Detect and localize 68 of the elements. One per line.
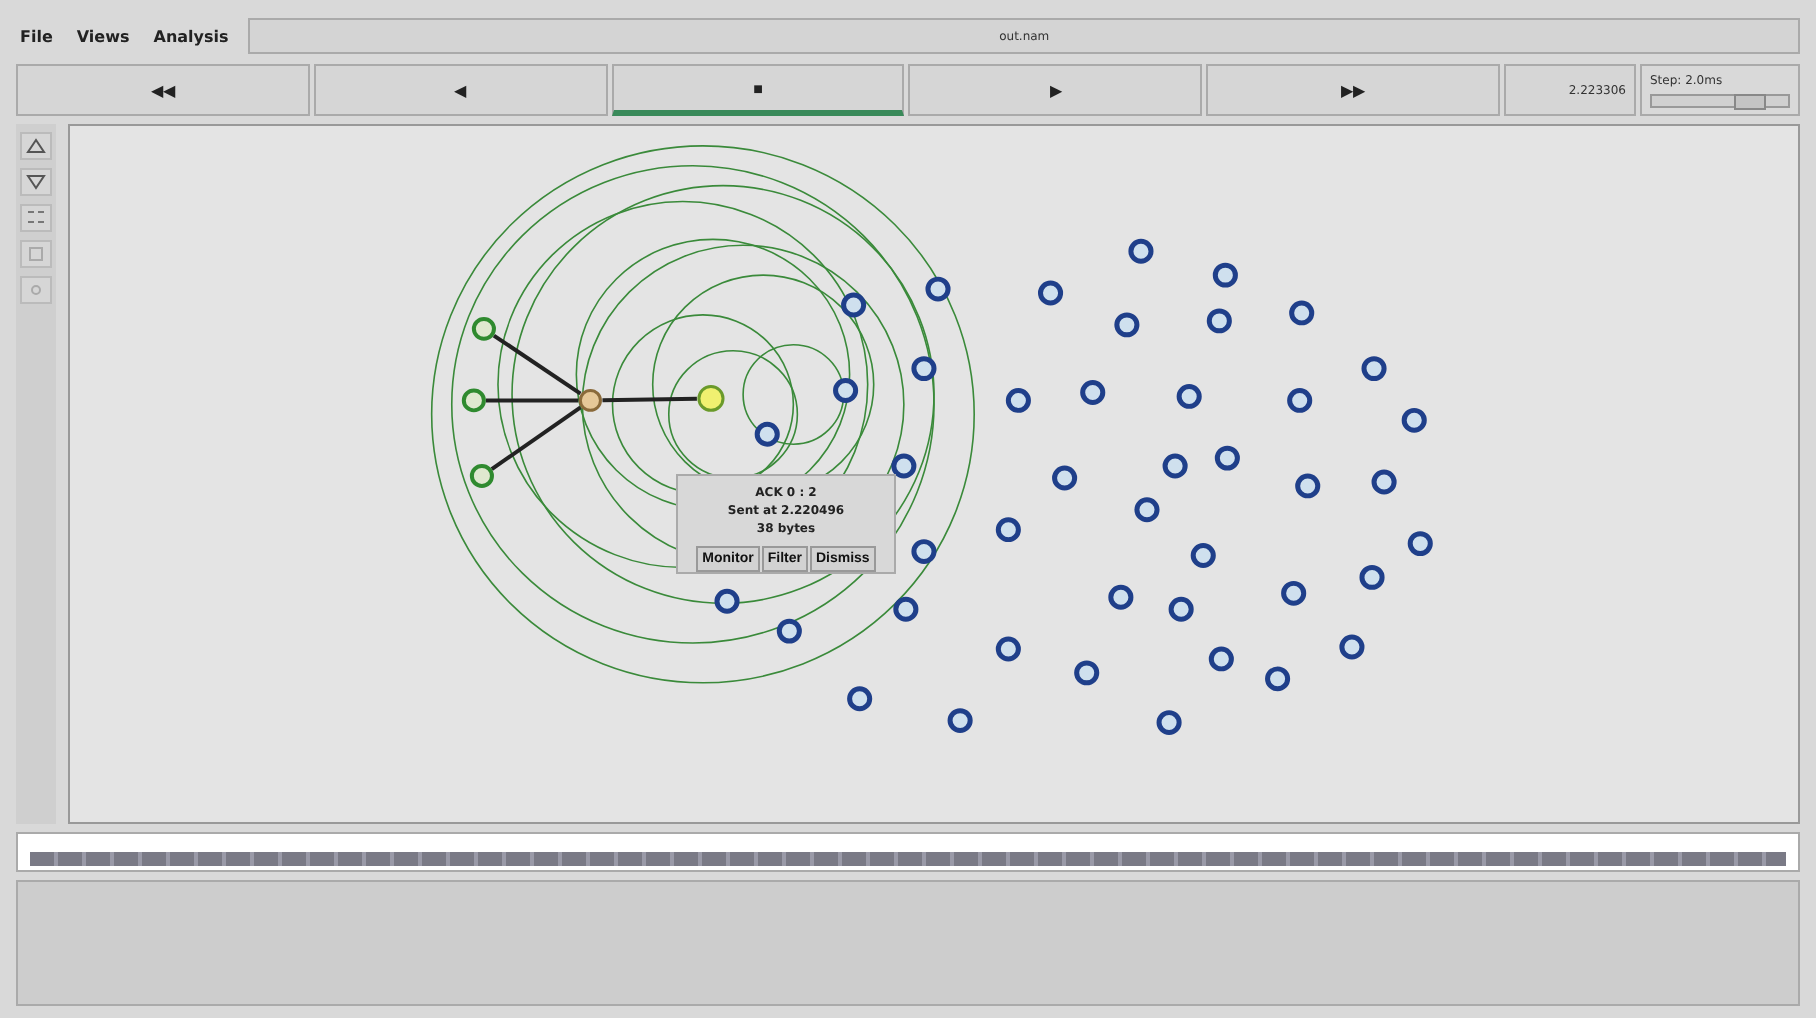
wired-node[interactable] — [469, 464, 494, 488]
playback-button[interactable]: ■ — [611, 64, 905, 116]
playback-button[interactable]: ◀◀ — [16, 64, 310, 116]
dot-icon — [30, 284, 42, 296]
playback-button[interactable]: ▶ — [908, 64, 1203, 116]
wireless-node[interactable] — [1265, 666, 1291, 692]
wireless-node[interactable] — [891, 453, 917, 479]
wireless-node[interactable] — [947, 708, 973, 734]
menu-item[interactable]: Analysis — [149, 27, 233, 45]
wireless-node[interactable] — [1176, 384, 1202, 409]
zoom-in-button[interactable] — [20, 132, 52, 160]
router-node[interactable] — [578, 389, 602, 412]
wireless-node[interactable] — [911, 356, 937, 382]
wireless-node[interactable] — [833, 378, 859, 403]
wireless-node[interactable] — [847, 686, 873, 712]
slider-thumb[interactable] — [1733, 93, 1766, 109]
wireless-node[interactable] — [1080, 380, 1106, 405]
link-line — [602, 396, 697, 403]
wireless-node[interactable] — [995, 517, 1021, 543]
zoom-out-icon — [24, 172, 48, 192]
timeline[interactable] — [16, 832, 1800, 872]
wireless-node[interactable] — [911, 539, 937, 564]
wireless-node[interactable] — [1052, 465, 1078, 491]
grid-button[interactable] — [20, 204, 52, 232]
wireless-node[interactable] — [1359, 564, 1385, 590]
wired-node[interactable] — [461, 388, 486, 413]
wireless-node[interactable] — [1206, 308, 1232, 334]
wireless-node[interactable] — [1168, 596, 1194, 622]
step-slider[interactable] — [1649, 93, 1790, 107]
wireless-node[interactable] — [1128, 238, 1154, 264]
wireless-node[interactable] — [995, 636, 1021, 662]
wired-node[interactable] — [471, 316, 496, 341]
wireless-node[interactable] — [1214, 445, 1240, 471]
wireless-node[interactable] — [754, 421, 780, 447]
menu-item[interactable]: Views — [72, 27, 134, 45]
wireless-node[interactable] — [1371, 469, 1397, 495]
zoom-in-icon — [24, 136, 48, 156]
wireless-node[interactable] — [1281, 580, 1307, 606]
wireless-node[interactable] — [1074, 660, 1100, 686]
square-icon — [28, 246, 44, 262]
wireless-node[interactable] — [925, 276, 951, 302]
menu-item[interactable]: File — [16, 27, 57, 45]
wireless-node[interactable] — [841, 292, 867, 318]
wireless-node[interactable] — [1108, 584, 1134, 610]
wireless-node[interactable] — [1208, 646, 1234, 672]
wireless-node[interactable] — [1401, 407, 1427, 433]
wireless-node[interactable] — [1005, 388, 1031, 413]
wireless-node[interactable] — [1156, 710, 1182, 735]
wireless-node[interactable] — [1361, 356, 1387, 382]
playback-button[interactable]: ▶▶ — [1206, 64, 1500, 116]
wireless-node[interactable] — [1114, 312, 1140, 338]
wireless-node[interactable] — [1190, 543, 1216, 568]
wireless-node[interactable] — [1339, 634, 1365, 660]
wireless-node[interactable] — [1134, 497, 1160, 523]
base-station-node[interactable] — [697, 385, 725, 412]
wireless-node[interactable] — [1295, 473, 1321, 499]
grid-icon — [26, 208, 46, 228]
wireless-node[interactable] — [1407, 531, 1433, 557]
wireless-node[interactable] — [1162, 453, 1188, 479]
wireless-node[interactable] — [1038, 280, 1064, 306]
wireless-node[interactable] — [1212, 262, 1238, 288]
wireless-node[interactable] — [1289, 300, 1315, 326]
wireless-node[interactable] — [714, 588, 740, 614]
playback-button[interactable]: ◀ — [313, 64, 608, 116]
zoom-out-button[interactable] — [20, 168, 52, 196]
wireless-node[interactable] — [893, 596, 919, 622]
wireless-node[interactable] — [776, 618, 802, 644]
wireless-node[interactable] — [1287, 388, 1313, 413]
